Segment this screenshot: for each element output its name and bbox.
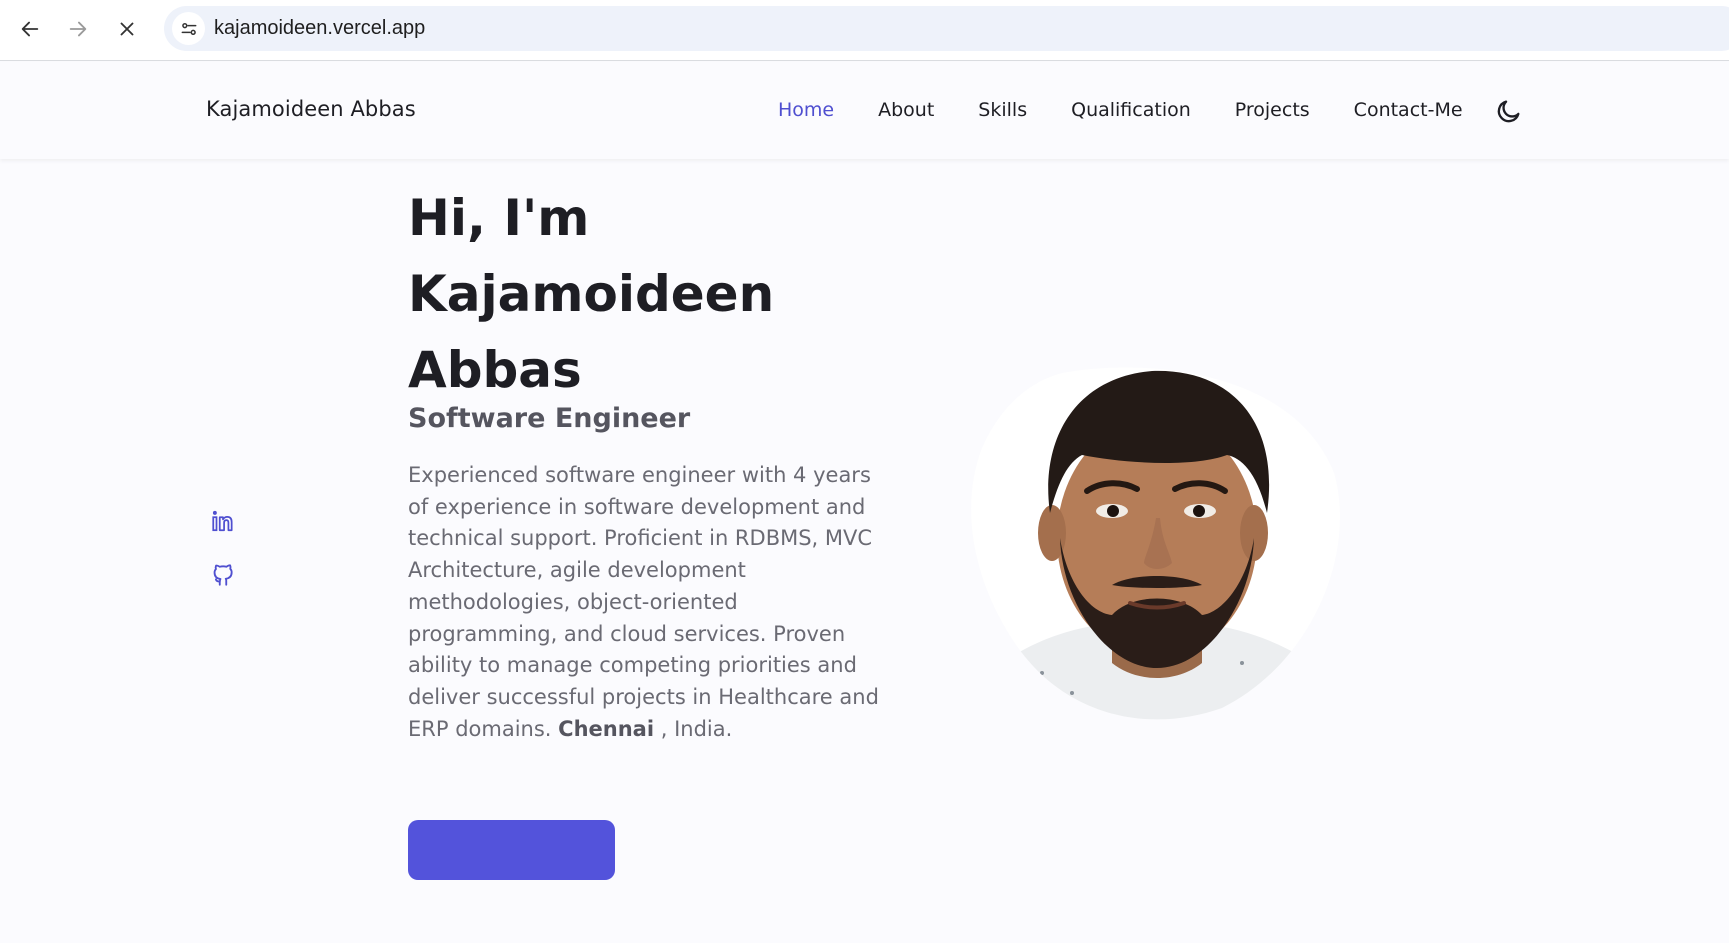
back-arrow-icon: [21, 21, 39, 37]
moon-icon[interactable]: [1495, 97, 1523, 125]
hero-subtitle: Software Engineer: [408, 403, 691, 434]
contact-me-button[interactable]: [408, 820, 615, 880]
nav-about[interactable]: About: [878, 99, 934, 121]
github-icon[interactable]: [210, 562, 236, 588]
hero-title-line-3: Abbas: [408, 341, 582, 399]
hero-title-line-1: Hi, I'm: [408, 189, 590, 247]
stop-loading-button[interactable]: [108, 10, 146, 48]
url-text[interactable]: kajamoideen.vercel.app: [214, 17, 425, 40]
hero-location-city: Chennai: [558, 716, 655, 741]
address-bar[interactable]: kajamoideen.vercel.app: [164, 6, 1729, 51]
hero-description-text: Experienced software engineer with 4 yea…: [408, 463, 879, 741]
brand-logo[interactable]: Kajamoideen Abbas: [206, 97, 416, 121]
nav-qualification[interactable]: Qualification: [1071, 99, 1191, 121]
site-settings-icon: [181, 22, 196, 35]
nav-contact-me[interactable]: Contact-Me: [1354, 99, 1463, 121]
back-button[interactable]: [11, 10, 49, 48]
profile-photo: [971, 367, 1340, 720]
forward-arrow-icon: [69, 21, 87, 37]
nav-skills[interactable]: Skills: [978, 99, 1027, 121]
site-info-button[interactable]: [172, 12, 205, 45]
nav-projects[interactable]: Projects: [1235, 99, 1310, 121]
main-nav: Home About Skills Qualification Projects…: [778, 99, 1507, 121]
hero-title: Hi, I'm Kajamoideen Abbas: [408, 180, 928, 408]
nav-home[interactable]: Home: [778, 99, 834, 121]
close-icon: [120, 22, 134, 36]
hero-title-line-2: Kajamoideen: [408, 265, 775, 323]
hero-location-country: , India.: [660, 716, 733, 741]
browser-toolbar: kajamoideen.vercel.app: [0, 0, 1729, 61]
forward-button[interactable]: [59, 10, 97, 48]
hero-description: Experienced software engineer with 4 yea…: [408, 460, 888, 745]
site-header: Kajamoideen Abbas Home About Skills Qual…: [0, 62, 1729, 159]
linkedin-icon[interactable]: [210, 508, 236, 534]
